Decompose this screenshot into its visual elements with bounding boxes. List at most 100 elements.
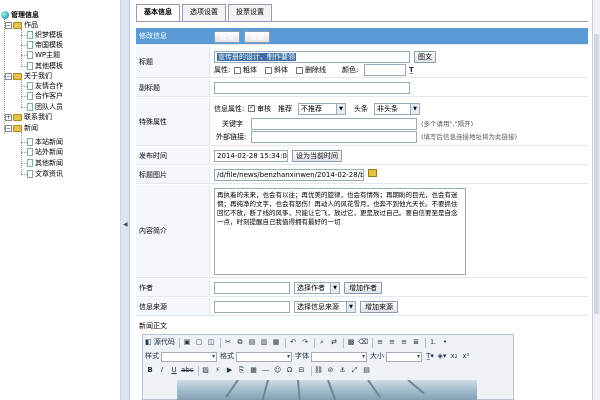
paste-icon[interactable]: ▤ [247,337,257,348]
copy-icon[interactable]: ⧉ [235,337,245,348]
add-author-button[interactable]: 增加作者 [344,282,382,294]
tree-leaf[interactable]: 团队人员 [27,102,63,112]
tree-leaf[interactable]: 友情合作 [27,81,63,91]
tree-leaf[interactable]: 本站新闻 [27,137,63,147]
vertical-scrollbar[interactable] [592,0,600,400]
rich-text-editor[interactable]: ◧ 源代码 ▣ ▢ ◫ ✂ ⧉ ▤ ▥ ▦ ↶ ↷ ⌕ ⇄ ▩ ⌫ ≡ ≡ ≡ … [142,334,514,400]
bullet-list-icon[interactable]: • [440,337,450,348]
bg-color-icon[interactable]: ◈▾ [437,351,447,362]
size-select[interactable] [386,351,422,362]
tab-vote[interactable]: 投票设置 [228,4,272,21]
reset-button[interactable]: 重置 [244,31,270,43]
tree-leaf[interactable]: 文章资讯 [27,169,63,179]
add-source-button[interactable]: 增加来源 [360,301,398,313]
collapse-icon[interactable]: − [5,21,12,29]
tree-leaf[interactable]: 帝国模板 [27,40,63,50]
author-input[interactable] [214,282,290,294]
tree-node-contact[interactable]: + 联系我们 [5,112,52,122]
color-input[interactable] [364,64,406,76]
preview-icon[interactable]: ◫ [206,337,216,348]
flash-icon[interactable]: ⚡ [213,365,223,376]
smiley-icon[interactable]: ☺ [273,365,283,376]
format-select[interactable] [236,351,292,362]
remove-format-icon[interactable]: ⌫ [358,337,368,348]
tree-leaf[interactable]: 织梦模板 [27,30,63,40]
table-icon[interactable]: ▦ [249,365,259,376]
new-page-icon[interactable]: ▢ [194,337,204,348]
save-icon[interactable]: ▣ [182,337,192,348]
color-picker-icon[interactable]: T̲ [409,65,414,75]
maximize-icon[interactable]: ⤢ [350,365,360,376]
media-icon[interactable]: ▶ [225,365,235,376]
italic-icon[interactable]: I [157,365,167,376]
align-justify-icon[interactable]: ≣ [411,337,421,348]
superscript-icon[interactable]: x² [461,351,471,362]
cut-icon[interactable]: ✂ [223,337,233,348]
keyword-input[interactable] [251,118,417,130]
paste-text-icon[interactable]: ▥ [259,337,269,348]
special-char-icon[interactable]: Ω [285,365,295,376]
tab-options[interactable]: 选项设置 [182,4,226,21]
image-picker-icon[interactable] [368,169,377,180]
tree-leaf[interactable]: 其他新闻 [27,158,63,168]
recommend-select[interactable]: 不推荐 ▼ [298,103,346,115]
title-image-input[interactable]: /d/file/news/benzhanxinwen/2014-02-28/bc [214,169,364,181]
document-icon [27,31,33,39]
link-icon[interactable]: ⛓ [314,365,324,376]
tab-basic-info[interactable]: 基本信息 [136,4,180,22]
ordered-list-icon[interactable]: ⒈ [428,337,438,348]
title-image-text-button[interactable]: 图文 [414,51,436,63]
collapse-icon[interactable]: − [5,124,12,132]
align-right-icon[interactable]: ≡ [399,337,409,348]
select-all-icon[interactable]: ▩ [346,337,356,348]
paste-word-icon[interactable]: ▦ [271,337,281,348]
attachment-icon[interactable]: ⎘ [237,365,247,376]
source-input[interactable] [214,301,290,313]
page-break-icon[interactable]: ⊟ [297,365,307,376]
title-input[interactable]: 宣传册的设计、制作要领 [214,51,410,63]
source-code-button[interactable]: ◧ 源代码 [145,337,175,348]
strikethrough-icon[interactable]: abc [181,365,194,376]
replace-icon[interactable]: ⇄ [329,337,339,348]
source-select[interactable]: 选择信息来源 ▼ [294,301,356,313]
tree-node-about[interactable]: − 关于我们 [5,71,52,81]
underline-icon[interactable]: U [169,365,179,376]
align-center-icon[interactable]: ≡ [387,337,397,348]
show-blocks-icon[interactable]: ▤ [362,365,372,376]
redo-icon[interactable]: ↷ [300,337,310,348]
panel-splitter[interactable]: ◀ [121,0,130,400]
collapse-arrow-icon[interactable]: ◀ [123,221,128,228]
image-icon[interactable]: ▨ [201,365,211,376]
subtitle-input[interactable] [214,82,410,94]
tree-leaf[interactable]: 其他模板 [27,61,63,71]
collapse-icon[interactable]: − [5,72,12,80]
tree-leaf[interactable]: 站外新闻 [27,147,63,157]
headline-select[interactable]: 非头条 ▼ [374,103,420,115]
tree-leaf[interactable]: 合作客户 [27,91,63,101]
submit-button[interactable]: 提交 [214,31,240,43]
undo-icon[interactable]: ↶ [288,337,298,348]
set-now-button[interactable]: 设为当前时间 [292,150,342,162]
tree-root[interactable]: 管理信息 [1,10,39,20]
anchor-icon[interactable]: ⚓ [338,365,348,376]
align-left-icon[interactable]: ≡ [375,337,385,348]
expand-icon[interactable]: + [5,113,12,121]
italic-checkbox[interactable] [265,67,272,74]
font-select[interactable] [311,351,367,362]
scrollbar-thumb[interactable] [594,34,599,314]
text-color-icon[interactable]: T̲▾ [425,351,435,362]
style-select[interactable] [161,351,217,362]
bold-icon[interactable]: B [145,365,155,376]
audit-checkbox[interactable] [248,103,255,112]
unlink-icon[interactable]: ⊘ [326,365,336,376]
tree-leaf[interactable]: WP主题 [27,50,60,60]
strike-checkbox[interactable] [296,67,303,74]
subscript-icon[interactable]: x₂ [449,351,459,362]
pubtime-input[interactable]: 2014-02-28 15:34:01 [214,150,288,162]
intro-textarea[interactable]: 再执着的未来，也会有以往；再优美的旋律，也会有情殇；再期盼的目光，也会有迷惘；再… [214,188,466,275]
author-select[interactable]: 选择作者 ▼ [294,282,340,294]
bold-checkbox[interactable] [234,67,241,74]
external-link-input[interactable] [251,131,417,143]
hr-icon[interactable]: ― [261,365,271,376]
find-icon[interactable]: ⌕ [317,337,327,348]
